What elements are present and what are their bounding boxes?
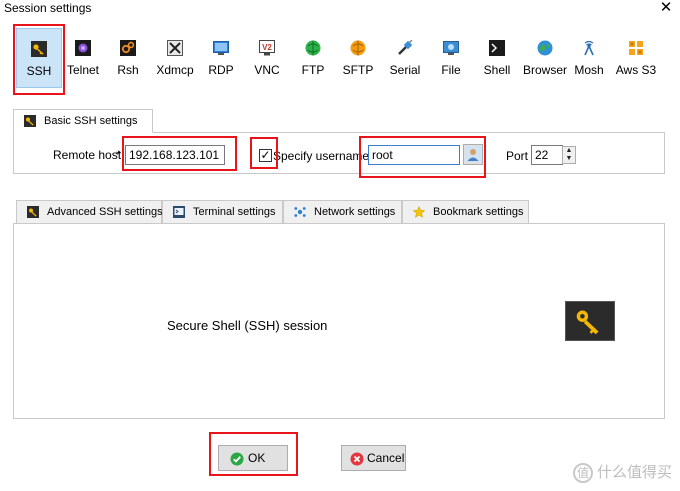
tab-label: Basic SSH settings bbox=[44, 115, 138, 127]
session-type-label: Aws S3 bbox=[615, 63, 657, 77]
tab-bookmark-settings[interactable]: Bookmark settings bbox=[402, 200, 529, 224]
session-type-label: Rsh bbox=[117, 63, 139, 77]
title-bar: Session settings ✕ bbox=[0, 0, 680, 18]
ssh-key-large-icon bbox=[565, 301, 615, 341]
tab-basic-ssh-settings[interactable]: Basic SSH settings bbox=[13, 109, 153, 133]
ok-button[interactable]: OK bbox=[218, 445, 288, 471]
session-type-label: File bbox=[441, 63, 461, 77]
close-button[interactable]: ✕ bbox=[658, 0, 674, 17]
session-type-ftp[interactable]: FTP bbox=[297, 28, 329, 88]
session-type-rdp[interactable]: RDP bbox=[203, 28, 239, 88]
session-type-xdmcp[interactable]: Xdmcp bbox=[154, 28, 196, 88]
browser-icon bbox=[537, 40, 553, 56]
tab-label: Advanced SSH settings bbox=[47, 206, 163, 218]
session-type-rsh[interactable]: Rsh bbox=[110, 28, 146, 88]
session-type-browser[interactable]: Browser bbox=[521, 28, 569, 88]
session-type-shell[interactable]: Shell bbox=[480, 28, 514, 88]
session-type-ssh[interactable]: SSH bbox=[16, 28, 62, 88]
session-type-label: SFTP bbox=[342, 63, 374, 77]
remote-host-input[interactable]: 192.168.123.101 bbox=[125, 145, 225, 165]
spin-up-icon[interactable]: ▲ bbox=[563, 147, 575, 155]
tab-terminal-settings[interactable]: Terminal settings bbox=[162, 200, 283, 224]
rdp-icon bbox=[213, 41, 229, 55]
tab-label: Network settings bbox=[314, 206, 396, 218]
specify-username-label[interactable]: Specify username bbox=[273, 149, 369, 163]
vnc-icon: V2 bbox=[259, 40, 275, 56]
session-type-toolbar: SSH Telnet Rsh Xdmcp RDP V2 VNC FTP SFTP… bbox=[13, 28, 663, 88]
session-type-label: VNC bbox=[254, 63, 280, 77]
terminal-icon bbox=[173, 206, 185, 218]
ftp-icon bbox=[305, 40, 321, 56]
specify-username-checkbox[interactable]: ✓ bbox=[259, 148, 272, 162]
ssh-key-icon bbox=[31, 41, 47, 57]
session-type-serial[interactable]: Serial bbox=[388, 28, 422, 88]
mosh-icon bbox=[584, 40, 594, 56]
ok-button-label: OK bbox=[248, 451, 266, 465]
file-icon bbox=[443, 41, 459, 55]
watermark-badge: 值 bbox=[572, 463, 593, 483]
network-icon bbox=[294, 207, 306, 217]
window-title: Session settings bbox=[4, 1, 92, 15]
star-icon bbox=[413, 206, 425, 218]
xdmcp-icon bbox=[167, 40, 183, 56]
session-type-label: Shell bbox=[483, 63, 511, 77]
required-asterisk: * bbox=[116, 148, 121, 162]
cancel-circle-icon bbox=[350, 452, 364, 466]
shell-icon bbox=[489, 40, 505, 56]
serial-icon bbox=[398, 40, 413, 55]
session-type-mosh[interactable]: Mosh bbox=[572, 28, 606, 88]
session-type-label: Xdmcp bbox=[156, 63, 194, 77]
aws-s3-icon bbox=[629, 41, 643, 55]
session-type-label: Telnet bbox=[66, 63, 100, 77]
watermark: 值什么值得买 bbox=[572, 461, 672, 483]
rsh-icon bbox=[120, 40, 136, 56]
tab-advanced-ssh-settings[interactable]: Advanced SSH settings bbox=[16, 200, 163, 224]
port-label: Port bbox=[506, 149, 529, 163]
session-type-label: RDP bbox=[208, 63, 234, 77]
username-input[interactable]: root bbox=[368, 145, 460, 165]
session-type-label: FTP bbox=[301, 63, 325, 77]
checkmark-icon: ✓ bbox=[260, 148, 271, 162]
svg-text:V2: V2 bbox=[262, 43, 272, 52]
session-type-label: SSH bbox=[26, 64, 52, 78]
session-type-label: Serial bbox=[389, 63, 421, 77]
checkmark-circle-icon bbox=[230, 452, 244, 466]
user-icon bbox=[465, 146, 481, 162]
cancel-button[interactable]: Cancel bbox=[341, 445, 406, 471]
session-description: Secure Shell (SSH) session bbox=[167, 318, 328, 333]
port-input[interactable]: 22 bbox=[531, 145, 563, 165]
remote-host-label: Remote host bbox=[53, 148, 122, 162]
spin-down-icon[interactable]: ▼ bbox=[563, 155, 575, 163]
session-type-vnc[interactable]: V2 VNC bbox=[249, 28, 285, 88]
session-type-sftp[interactable]: SFTP bbox=[340, 28, 376, 88]
port-spinner[interactable]: ▲ ▼ bbox=[562, 146, 576, 164]
user-picker-button[interactable] bbox=[463, 144, 483, 165]
tab-label: Bookmark settings bbox=[433, 206, 524, 218]
tab-label: Terminal settings bbox=[193, 206, 276, 218]
ssh-key-icon bbox=[27, 206, 39, 218]
ssh-key-icon bbox=[24, 115, 36, 127]
session-type-label: Browser bbox=[522, 63, 567, 77]
sftp-icon bbox=[350, 40, 366, 56]
session-type-label: Mosh bbox=[574, 63, 604, 77]
session-type-telnet[interactable]: Telnet bbox=[63, 28, 103, 88]
watermark-text: 什么值得买 bbox=[596, 463, 672, 481]
cancel-button-label: Cancel bbox=[367, 451, 405, 465]
telnet-icon bbox=[75, 40, 91, 56]
session-type-file[interactable]: File bbox=[436, 28, 466, 88]
tab-network-settings[interactable]: Network settings bbox=[283, 200, 402, 224]
session-type-aws-s3[interactable]: Aws S3 bbox=[613, 28, 659, 88]
